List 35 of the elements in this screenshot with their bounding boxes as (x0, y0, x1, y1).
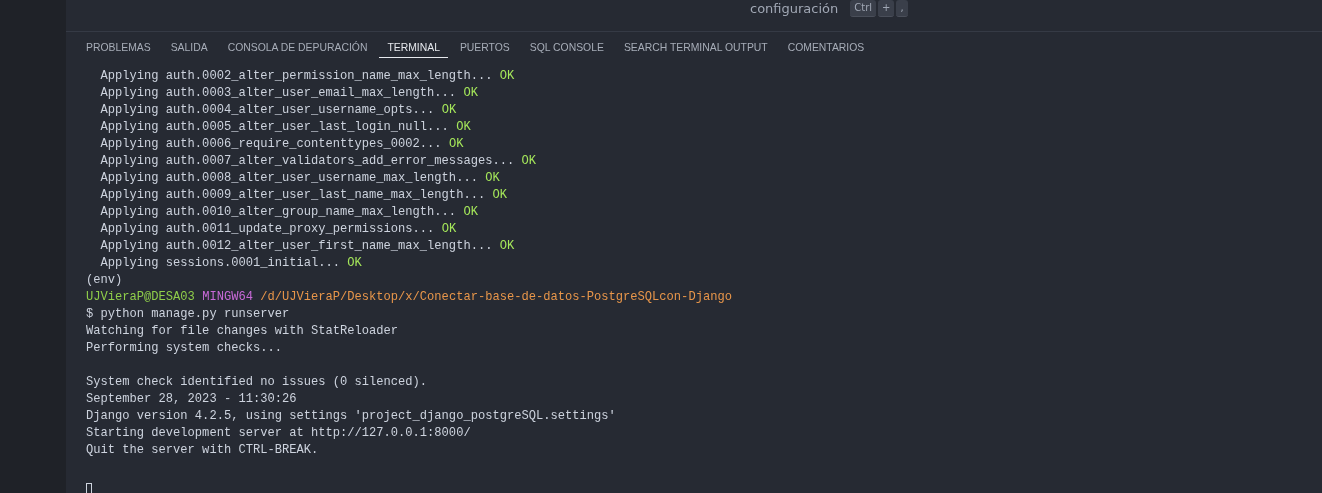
terminal-line: Applying auth.0010_alter_group_name_max_length... OK (99, 204, 479, 221)
terminal-line: UJVieraP@DESA03 MINGW64 /d/UJVieraP/Desktop/x/Conectar-base-de-datos-PostgreSQLcon-Django (86, 289, 733, 306)
panel-tab[interactable]: SQL CONSOLE (521, 36, 612, 59)
terminal-line: September 28, 2023 - 11:30:26 (86, 391, 298, 408)
panel-tab[interactable]: PUERTOS (451, 36, 518, 59)
panel-tab[interactable]: COMENTARIOS (779, 36, 873, 59)
command-hint-text: configuración (750, 1, 839, 16)
terminal-line: Applying auth.0011_update_proxy_permissions... OK (99, 221, 458, 238)
terminal-line: Quit the server with CTRL-BREAK. (86, 442, 320, 459)
terminal-line: (env) (86, 272, 124, 289)
terminal-line: Applying auth.0008_alter_user_username_max_length... OK (99, 170, 501, 187)
terminal-line: Starting development server at http://127.0.0.1:8000/ (86, 425, 472, 442)
terminal-line: Applying sessions.0001_initial... OK (99, 255, 363, 272)
keyboard-key: + (878, 0, 895, 17)
panel-tab[interactable]: PROBLEMAS (78, 36, 159, 59)
terminal-line: System check identified no issues (0 silenced). (86, 374, 429, 391)
panel-tab[interactable]: SEARCH TERMINAL OUTPUT (615, 36, 776, 59)
terminal-line: Applying auth.0012_alter_user_first_name_max_length... OK (99, 238, 516, 255)
terminal-line: $ python manage.py runserver (86, 306, 291, 323)
terminal-line: Performing system checks... (86, 340, 283, 357)
terminal-line: Applying auth.0007_alter_validators_add_error_messages... OK (99, 153, 537, 170)
keyboard-key: , (896, 0, 908, 17)
terminal-line: Applying auth.0009_alter_user_last_name_max_length... OK (99, 187, 508, 204)
keyboard-key: Ctrl (850, 0, 877, 17)
terminal-line: Applying auth.0005_alter_user_last_login_null... OK (99, 119, 472, 136)
panel-tab[interactable]: SALIDA (162, 36, 216, 59)
terminal-line: Applying auth.0003_alter_user_email_max_length... OK (99, 85, 479, 102)
terminal-line: Django version 4.2.5, using settings 'project_django_postgreSQL.settings' (86, 408, 617, 425)
terminal-line: Watching for file changes with StatReloader (86, 323, 400, 340)
terminal-line: Applying auth.0002_alter_permission_name_max_length... OK (99, 68, 516, 85)
panel-tab[interactable]: CONSOLA DE DEPURACIÓN (219, 36, 376, 59)
terminal-line: Applying auth.0006_require_contenttypes_0002... OK (99, 136, 465, 153)
panel-tab[interactable]: TERMINAL (379, 36, 448, 59)
text-cursor (86, 483, 92, 493)
terminal-line: Applying auth.0004_alter_user_username_opts... OK (99, 102, 458, 119)
